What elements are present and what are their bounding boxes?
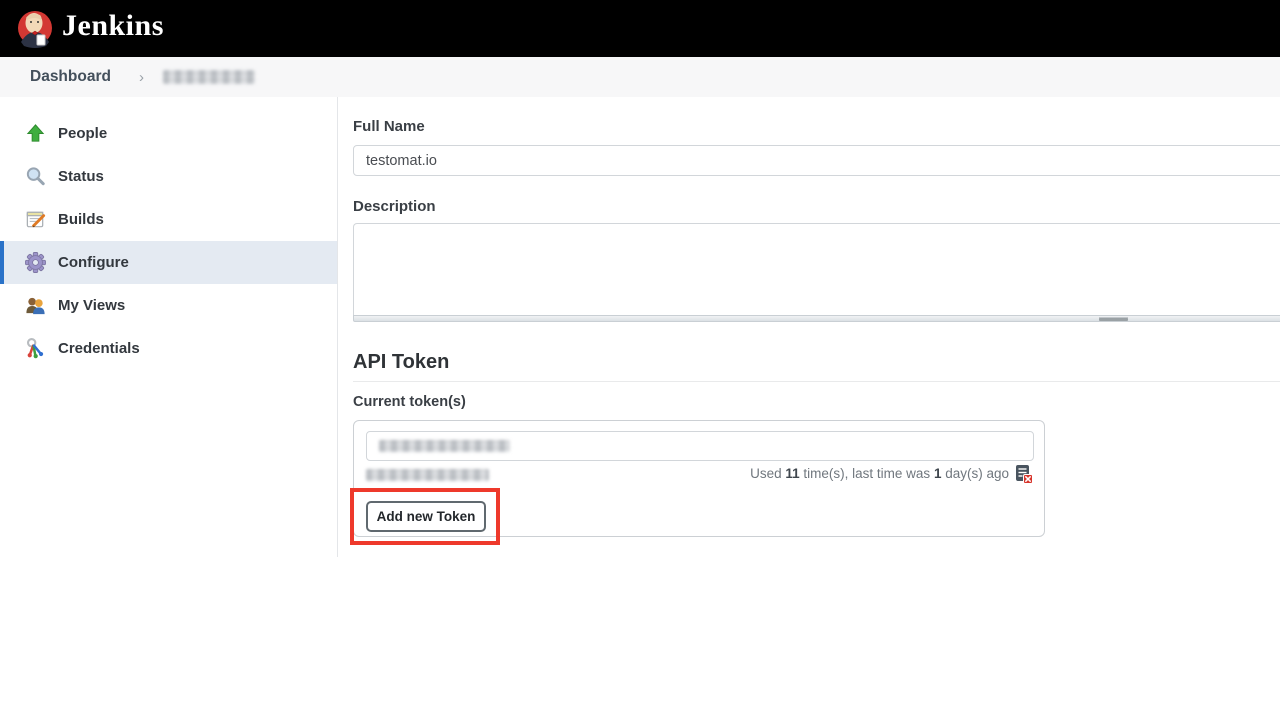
resize-grip-icon (1099, 317, 1128, 321)
sidebar-item-label: People (58, 125, 107, 142)
gear-icon (24, 251, 47, 274)
textarea-resize-handle[interactable] (353, 315, 1280, 322)
token-name-redacted (379, 440, 510, 452)
sidebar-item-label: Configure (58, 254, 129, 271)
sidebar-item-configure[interactable]: Configure (0, 241, 337, 284)
two-people-icon (24, 294, 47, 317)
jenkins-configure-page: Jenkins Dashboard › People Status (0, 0, 1280, 720)
token-name-input-wrap (366, 431, 1034, 461)
top-header-bar: Jenkins (0, 0, 1280, 57)
people-icon (24, 122, 47, 145)
current-tokens-label: Current token(s) (353, 394, 466, 410)
breadcrumb: Dashboard › (0, 57, 1280, 97)
sidebar-item-label: Status (58, 168, 104, 185)
description-textarea[interactable] (353, 223, 1280, 315)
breadcrumb-chevron-icon: › (139, 69, 144, 86)
add-new-token-button[interactable]: Add new Token (366, 501, 486, 532)
sidebar-item-people[interactable]: People (0, 112, 337, 155)
jenkins-butler-logo-icon[interactable] (13, 6, 57, 50)
breadcrumb-item-redacted[interactable] (163, 70, 255, 84)
sidebar-item-status[interactable]: Status (0, 155, 337, 198)
token-usage-text: Used 11 time(s), last time was 1 day(s) … (750, 466, 1009, 481)
key-ring-icon (24, 337, 47, 360)
sidebar-item-credentials[interactable]: Credentials (0, 327, 337, 370)
token-created-redacted (366, 469, 489, 481)
app-title[interactable]: Jenkins (62, 9, 164, 43)
api-token-heading: API Token (353, 351, 449, 374)
full-name-label: Full Name (353, 118, 425, 135)
search-icon (24, 165, 47, 188)
full-name-input[interactable] (353, 145, 1280, 176)
description-label: Description (353, 198, 436, 215)
sidebar-item-builds[interactable]: Builds (0, 198, 337, 241)
sidebar-item-label: My Views (58, 297, 125, 314)
revoke-token-icon[interactable] (1015, 464, 1033, 484)
sidebar-nav: People Status Builds (0, 97, 338, 557)
sidebar-item-label: Credentials (58, 340, 140, 357)
token-card: Used 11 time(s), last time was 1 day(s) … (353, 420, 1045, 537)
breadcrumb-dashboard-link[interactable]: Dashboard (30, 68, 111, 86)
sidebar-item-label: Builds (58, 211, 104, 228)
section-divider (353, 381, 1280, 382)
sidebar-item-my-views[interactable]: My Views (0, 284, 337, 327)
notepad-icon (24, 208, 47, 231)
